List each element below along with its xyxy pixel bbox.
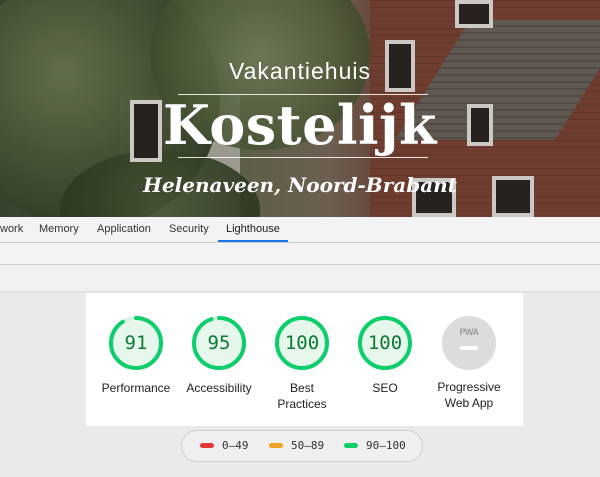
category-label: SEO <box>372 381 398 395</box>
hero-title: Kostelijk <box>163 93 437 157</box>
category-accessibility[interactable]: 95 Accessibility <box>174 315 264 396</box>
category-label: Best Practices <box>277 381 327 411</box>
category-best-practices[interactable]: 100 Best Practices <box>257 315 347 412</box>
score-value: 95 <box>207 332 231 354</box>
score-legend: 0–49 50–89 90–100 <box>181 430 423 462</box>
tab-lighthouse[interactable]: Lighthouse <box>218 217 288 242</box>
pwa-badge: PWA <box>459 327 479 337</box>
hero-location: Helenaveen, Noord-Brabant <box>143 173 457 197</box>
gauge-circle-icon: 100 <box>357 315 413 371</box>
legend-pass-swatch-icon <box>344 442 358 448</box>
legend-label: 0–49 <box>222 439 249 452</box>
category-label: Accessibility <box>186 381 252 395</box>
tab-network[interactable]: work <box>0 217 23 242</box>
title-divider <box>178 157 428 158</box>
category-performance[interactable]: 91 Performance <box>91 315 181 396</box>
legend-fail-swatch-icon <box>200 442 214 448</box>
gauge-circle-icon: 95 <box>191 315 247 371</box>
legend-label: 90–100 <box>366 439 406 452</box>
report-topbar <box>0 265 600 292</box>
score-value: 100 <box>284 332 320 354</box>
category-label: Progressive Web App <box>437 380 501 410</box>
gauge-circle-icon: 91 <box>108 315 164 371</box>
category-label: Performance <box>101 381 171 395</box>
tab-application[interactable]: Application <box>97 217 151 242</box>
score-value: 100 <box>367 332 403 354</box>
legend-label: 50–89 <box>291 439 325 452</box>
legend-average-swatch-icon <box>269 442 283 448</box>
score-value: 91 <box>124 332 148 354</box>
pwa-icon: PWA <box>442 316 496 370</box>
tab-security[interactable]: Security <box>169 217 209 242</box>
category-seo[interactable]: 100 SEO <box>340 315 430 396</box>
legend-item-average: 50–89 <box>269 431 324 461</box>
scores-card: 91 Performance 95 Accessibility 100 Best… <box>86 293 523 426</box>
gauge-circle-icon: 100 <box>274 315 330 371</box>
hero-pre-title: Vakantiehuis <box>229 58 371 84</box>
hero-heading: Vakantiehuis Kostelijk Helenaveen, Noord… <box>0 0 600 217</box>
devtools-tab-bar: work Memory Application Security Lightho… <box>0 217 600 243</box>
tab-memory[interactable]: Memory <box>39 217 79 242</box>
category-pwa[interactable]: PWA Progressive Web App <box>423 315 515 411</box>
pwa-dash-icon <box>460 346 478 350</box>
legend-item-fail: 0–49 <box>200 431 249 461</box>
lighthouse-toolbar <box>0 243 600 265</box>
hero-banner: Vakantiehuis Kostelijk Helenaveen, Noord… <box>0 0 600 217</box>
legend-item-pass: 90–100 <box>344 431 406 461</box>
